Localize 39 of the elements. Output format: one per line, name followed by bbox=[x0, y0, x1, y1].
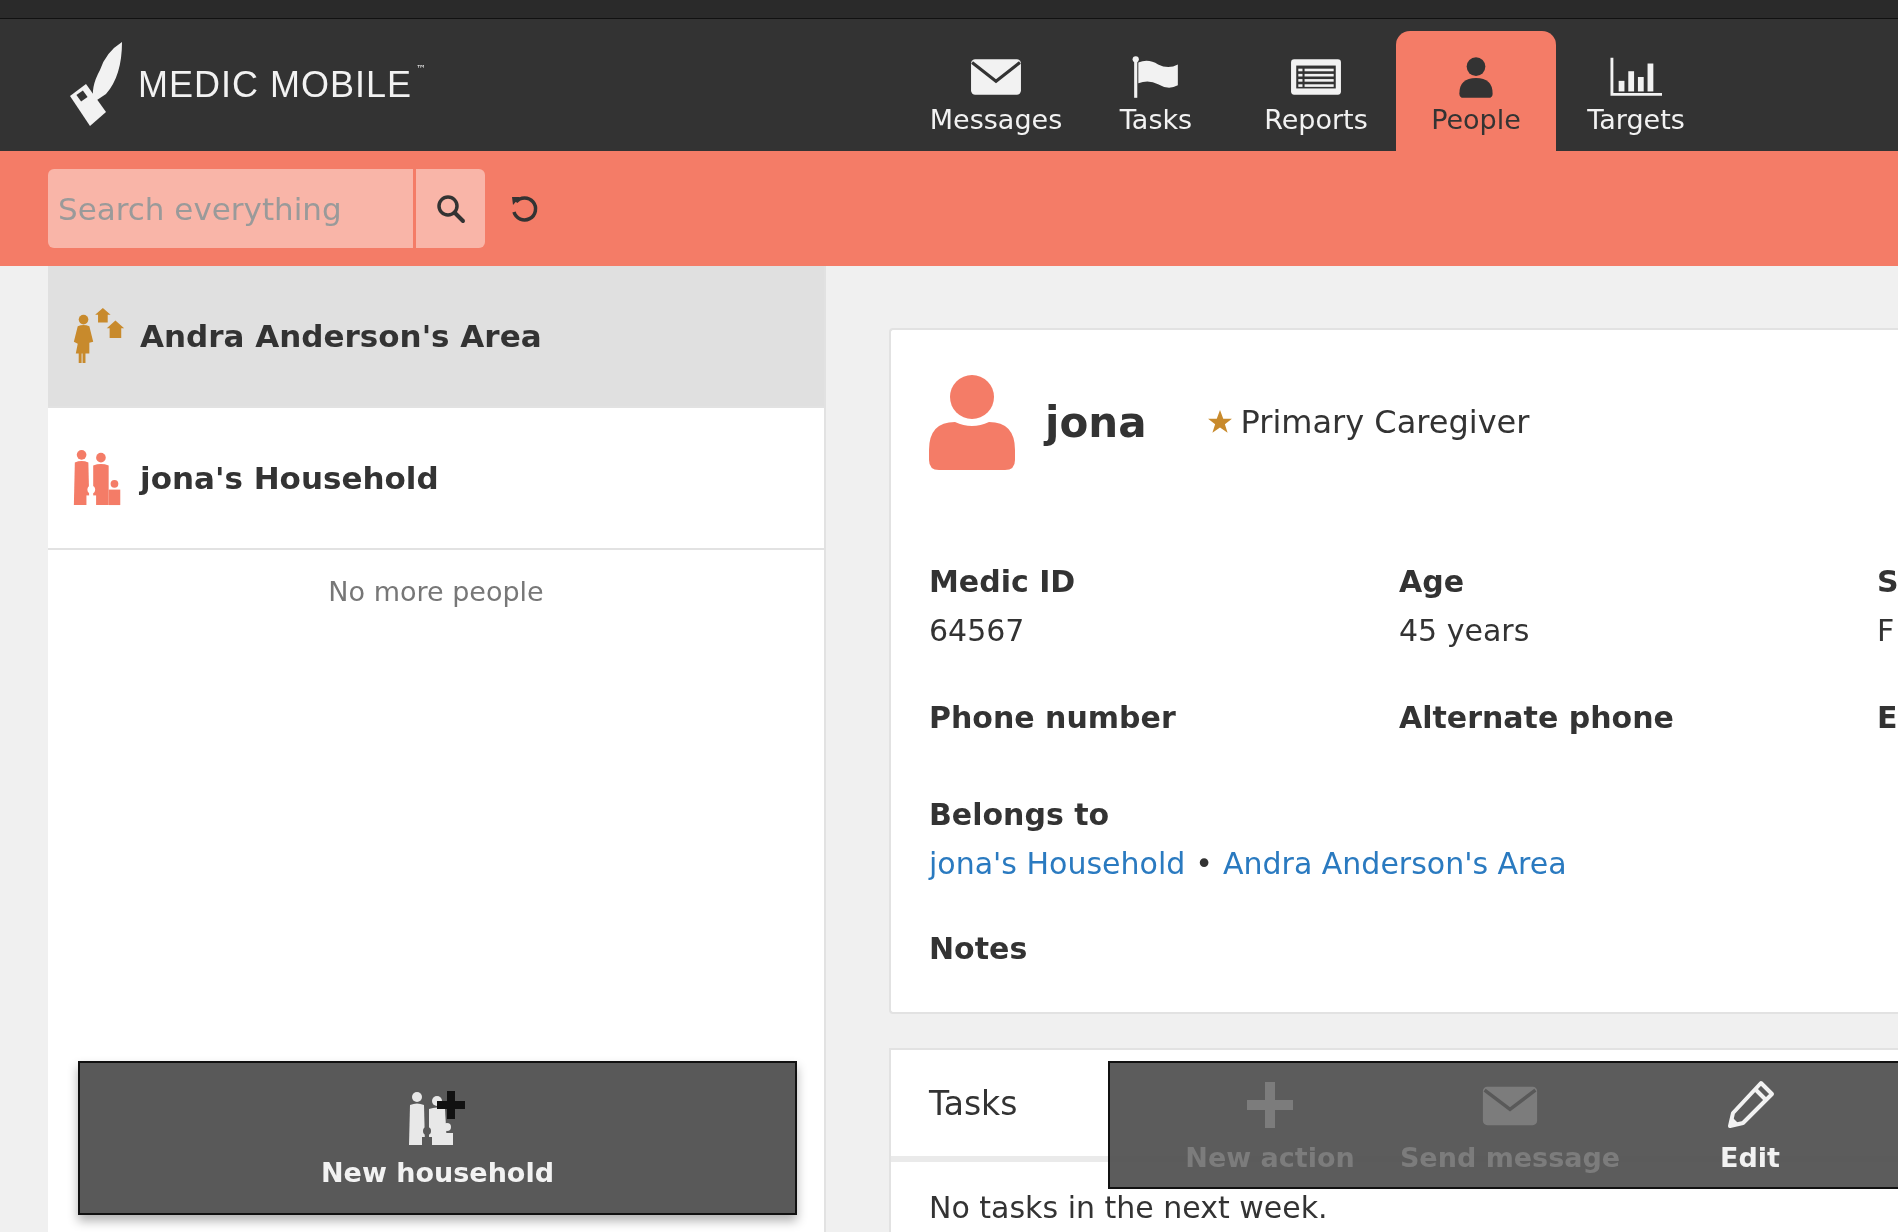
parent-link[interactable]: jona's Household bbox=[929, 846, 1186, 881]
field-label: E bbox=[1877, 700, 1898, 735]
logo-text: MEDIC MOBILE bbox=[138, 64, 413, 106]
nav-tab[interactable]: Messages bbox=[916, 31, 1076, 151]
list-icon bbox=[1290, 56, 1342, 98]
nav-tab[interactable]: People bbox=[1396, 31, 1556, 151]
parent-link[interactable]: Andra Anderson's Area bbox=[1222, 846, 1567, 881]
field-label: Medic ID bbox=[929, 564, 1076, 599]
refresh-icon[interactable] bbox=[509, 193, 539, 224]
envelope-icon bbox=[970, 56, 1022, 98]
person-name: jona bbox=[1045, 397, 1147, 447]
contact-item[interactable]: jona's Household bbox=[48, 408, 824, 550]
search-icon bbox=[435, 193, 466, 224]
contact-item[interactable]: Andra Anderson's Area bbox=[48, 266, 824, 408]
star-icon bbox=[1206, 409, 1233, 435]
list-end-text: No more people bbox=[328, 576, 544, 607]
new-household-button[interactable]: New household bbox=[78, 1061, 797, 1215]
action-button[interactable]: Edit bbox=[1630, 1063, 1870, 1187]
separator-dot: • bbox=[1195, 846, 1213, 881]
field-label: Phone number bbox=[929, 700, 1176, 735]
field-label: Age bbox=[1399, 564, 1465, 599]
empty-tasks-text: No tasks in the next week. bbox=[929, 1190, 1328, 1225]
search-field[interactable]: Search everything bbox=[48, 169, 413, 248]
field-label: Belongs to bbox=[929, 797, 1110, 832]
field-label: Alternate phone bbox=[1399, 700, 1674, 735]
avatar-icon bbox=[929, 374, 1015, 470]
nav-tab[interactable]: Reports bbox=[1236, 31, 1396, 151]
role-text: Primary Caregiver bbox=[1240, 403, 1530, 441]
field-value: F bbox=[1877, 613, 1895, 648]
field-label: Notes bbox=[929, 931, 1028, 966]
trademark-mark: ™ bbox=[416, 63, 427, 74]
nav-tab[interactable]: Targets bbox=[1556, 31, 1716, 151]
field-value: 45 years bbox=[1399, 613, 1530, 648]
tasks-title: Tasks bbox=[929, 1083, 1018, 1123]
search-button[interactable] bbox=[413, 169, 485, 248]
field-value: 64567 bbox=[929, 613, 1025, 648]
nav-tab[interactable]: Tasks bbox=[1076, 31, 1236, 151]
field-label: S bbox=[1877, 564, 1898, 599]
bar-chart-icon bbox=[1610, 56, 1662, 98]
